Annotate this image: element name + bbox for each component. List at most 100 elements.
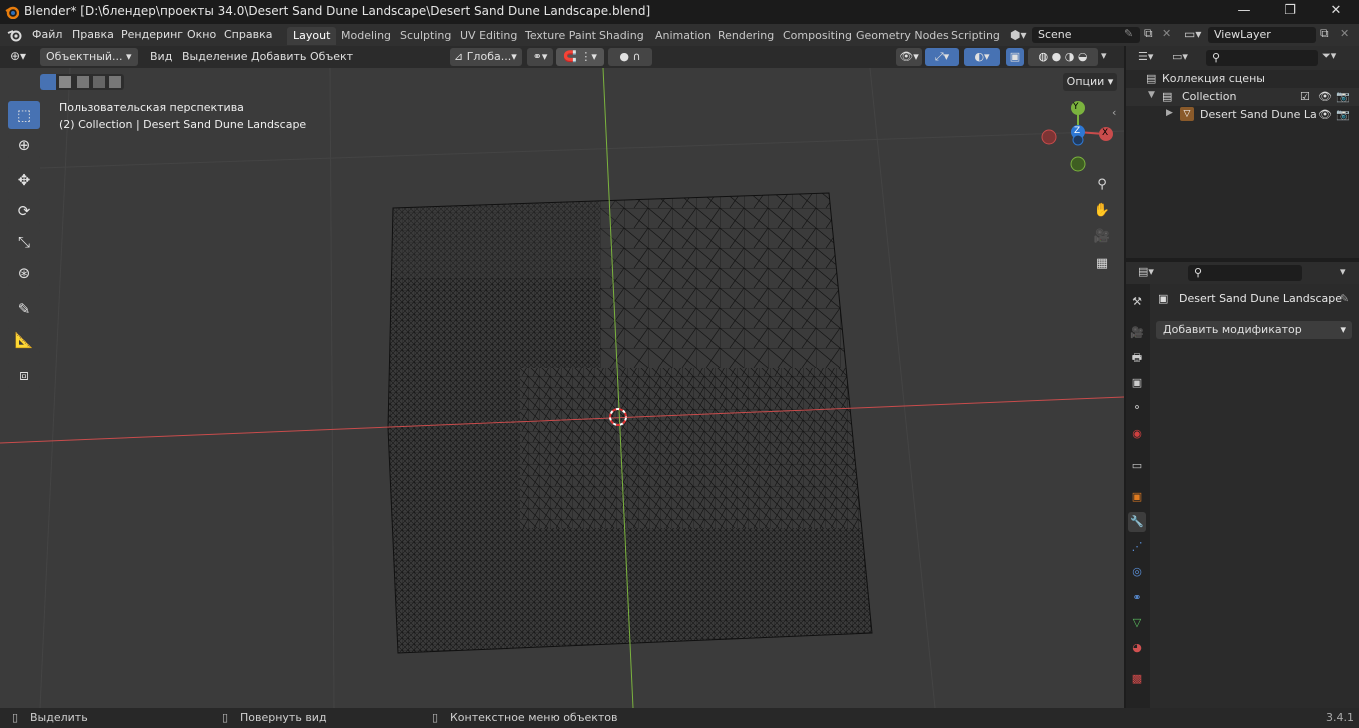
view-layer-tab-icon[interactable]: ▣ (1128, 373, 1146, 393)
menu-view[interactable]: Вид (150, 50, 172, 63)
options-dropdown[interactable]: Опции ▾ (1063, 73, 1117, 91)
mode-dropdown[interactable]: Объектный... ▾ (40, 48, 138, 66)
dune-mesh[interactable] (380, 188, 880, 658)
menu-file[interactable]: Файл (32, 28, 62, 41)
display-mode-icon[interactable]: ▭▾ (1172, 50, 1188, 63)
select-intersect-icon[interactable] (109, 76, 121, 88)
tool-rotate[interactable]: ⟳ (8, 197, 40, 225)
tab-modeling[interactable]: Modeling (335, 27, 397, 45)
viewlayer-icon[interactable]: ▭▾ (1184, 27, 1201, 41)
collection-tab-icon[interactable]: ▭ (1128, 456, 1146, 476)
solid-shading-icon[interactable]: ● (1052, 50, 1062, 63)
tool-move[interactable]: ✥ (8, 166, 40, 194)
shading-modes[interactable]: ◍ ● ◑ ◒ (1028, 48, 1098, 66)
menu-object[interactable]: Объект (310, 50, 353, 63)
new-scene-icon[interactable]: ⧉ (1144, 26, 1153, 41)
outliner-row-collection[interactable]: ▼ ▤ Collection ☑ 👁 📷 (1126, 88, 1359, 106)
filter-icon[interactable]: ⏷▾ (1322, 49, 1336, 63)
zoom-icon[interactable]: ⚲ (1090, 173, 1114, 197)
shading-dropdown-icon[interactable]: ▾ (1101, 49, 1107, 62)
select-invert-icon[interactable] (93, 76, 105, 88)
tab-texture-paint[interactable]: Texture Paint (519, 27, 602, 45)
texture-tab-icon[interactable]: ▩ (1128, 669, 1146, 689)
tool-annotate[interactable]: ✎ (8, 295, 40, 323)
orientation-dropdown[interactable]: ⊿ Глоба...▾ (450, 48, 522, 66)
scene-tab-icon[interactable]: ⚬ (1128, 398, 1146, 418)
menu-select[interactable]: Выделение (182, 50, 248, 63)
select-extend-icon[interactable] (59, 76, 71, 88)
maximize-button[interactable]: ❐ (1267, 0, 1313, 24)
collection-eye-icon[interactable]: 👁 (1318, 90, 1332, 103)
tab-compositing[interactable]: Compositing (777, 27, 858, 45)
pivot-dropdown[interactable]: ⚭▾ (527, 48, 553, 66)
outliner-row-object[interactable]: ▶ ▽ Desert Sand Dune La 👁 📷 (1126, 106, 1359, 124)
menu-help[interactable]: Справка (224, 28, 272, 41)
menu-add[interactable]: Добавить (251, 50, 306, 63)
tab-sculpting[interactable]: Sculpting (394, 27, 457, 45)
viewlayer-name-field[interactable]: ViewLayer (1208, 27, 1316, 43)
sidebar-toggle-icon[interactable]: ‹ (1112, 106, 1116, 119)
constraints-tab-icon[interactable]: ⚭ (1128, 588, 1146, 608)
collection-checkbox-icon[interactable]: ☑ (1300, 90, 1310, 103)
tab-uv-editing[interactable]: UV Editing (454, 27, 523, 45)
outliner-search-input[interactable]: ⚲ (1206, 50, 1318, 66)
object-camera-icon[interactable]: 📷 (1336, 108, 1350, 121)
visibility-dropdown[interactable]: 👁▾ (896, 48, 922, 66)
properties-options-icon[interactable]: ▾ (1340, 265, 1346, 278)
tab-geometry-nodes[interactable]: Geometry Nodes (850, 27, 955, 45)
outliner-editor-icon[interactable]: ☰▾ (1138, 50, 1153, 63)
tool-tab-icon[interactable]: ⚒ (1128, 292, 1146, 312)
wireframe-shading-icon[interactable]: ◍ (1039, 50, 1049, 63)
object-eye-icon[interactable]: 👁 (1318, 108, 1332, 121)
scene-icon[interactable]: ⬢▾ (1010, 28, 1027, 42)
camera-view-icon[interactable]: 🎥 (1090, 225, 1114, 249)
expand-arrow-icon[interactable]: ▼ (1148, 90, 1155, 100)
tool-cursor[interactable]: ⊕ (8, 131, 40, 159)
delete-viewlayer-icon[interactable]: ✕ (1340, 27, 1349, 40)
modifier-tab-icon[interactable]: 🔧 (1128, 512, 1146, 532)
select-subtract-icon[interactable] (77, 76, 89, 88)
xray-toggle[interactable]: ▣ (1006, 48, 1024, 66)
pin-icon[interactable]: ✎ (1124, 27, 1133, 40)
add-modifier-dropdown[interactable]: Добавить модификатор ▾ (1156, 321, 1352, 339)
tab-shading[interactable]: Shading (593, 27, 650, 45)
tab-layout[interactable]: Layout (287, 27, 337, 45)
outliner-row-scene[interactable]: ▤ Коллекция сцены (1126, 70, 1359, 88)
tool-select-box[interactable]: ⬚ (8, 101, 40, 129)
output-tab-icon[interactable]: 🖶 (1128, 348, 1146, 368)
world-tab-icon[interactable]: ◉ (1128, 424, 1146, 444)
proportional-edit[interactable]: ● ∩ (608, 48, 652, 66)
ortho-grid-icon[interactable]: ▦ (1090, 252, 1114, 276)
tab-rendering[interactable]: Rendering (712, 27, 780, 45)
properties-search-input[interactable]: ⚲ (1188, 265, 1302, 281)
pan-hand-icon[interactable]: ✋ (1090, 199, 1114, 223)
rendered-shading-icon[interactable]: ◒ (1078, 50, 1088, 63)
properties-pin-icon[interactable]: ✎ (1340, 292, 1349, 305)
select-new-icon[interactable] (40, 74, 56, 90)
material-tab-icon[interactable]: ◕ (1128, 638, 1146, 658)
viewport-canvas[interactable] (0, 68, 1124, 708)
menu-window[interactable]: Окно (187, 28, 216, 41)
tab-animation[interactable]: Animation (649, 27, 717, 45)
data-tab-icon[interactable]: ▽ (1128, 613, 1146, 633)
material-shading-icon[interactable]: ◑ (1065, 50, 1075, 63)
snap-toggle[interactable]: 🧲 ⋮▾ (556, 48, 604, 66)
collection-camera-icon[interactable]: 📷 (1336, 90, 1350, 103)
3d-viewport[interactable]: Y Z X Опции ▾ Пользовательская перспекти… (0, 68, 1124, 708)
menu-render[interactable]: Рендеринг (121, 28, 183, 41)
menu-edit[interactable]: Правка (72, 28, 114, 41)
properties-editor-icon[interactable]: ▤▾ (1138, 265, 1154, 278)
object-tab-icon[interactable]: ▣ (1128, 487, 1146, 507)
tool-transform[interactable]: ⊛ (8, 259, 40, 287)
delete-scene-icon[interactable]: ✕ (1162, 27, 1171, 40)
physics-tab-icon[interactable]: ◎ (1128, 562, 1146, 582)
editor-type-icon[interactable]: ⊕▾ (10, 49, 26, 63)
tool-add-cube[interactable]: ⧈ (8, 361, 40, 389)
tool-measure[interactable]: 📐 (8, 326, 40, 354)
tool-scale[interactable]: ⤡ (8, 228, 40, 256)
render-tab-icon[interactable]: 🎥 (1128, 323, 1146, 343)
particles-tab-icon[interactable]: ⋰ (1128, 537, 1146, 557)
minimize-button[interactable]: — (1221, 0, 1267, 24)
blender-menu-icon[interactable] (7, 28, 23, 42)
overlays-toggle[interactable]: ◐▾ (964, 48, 1000, 66)
